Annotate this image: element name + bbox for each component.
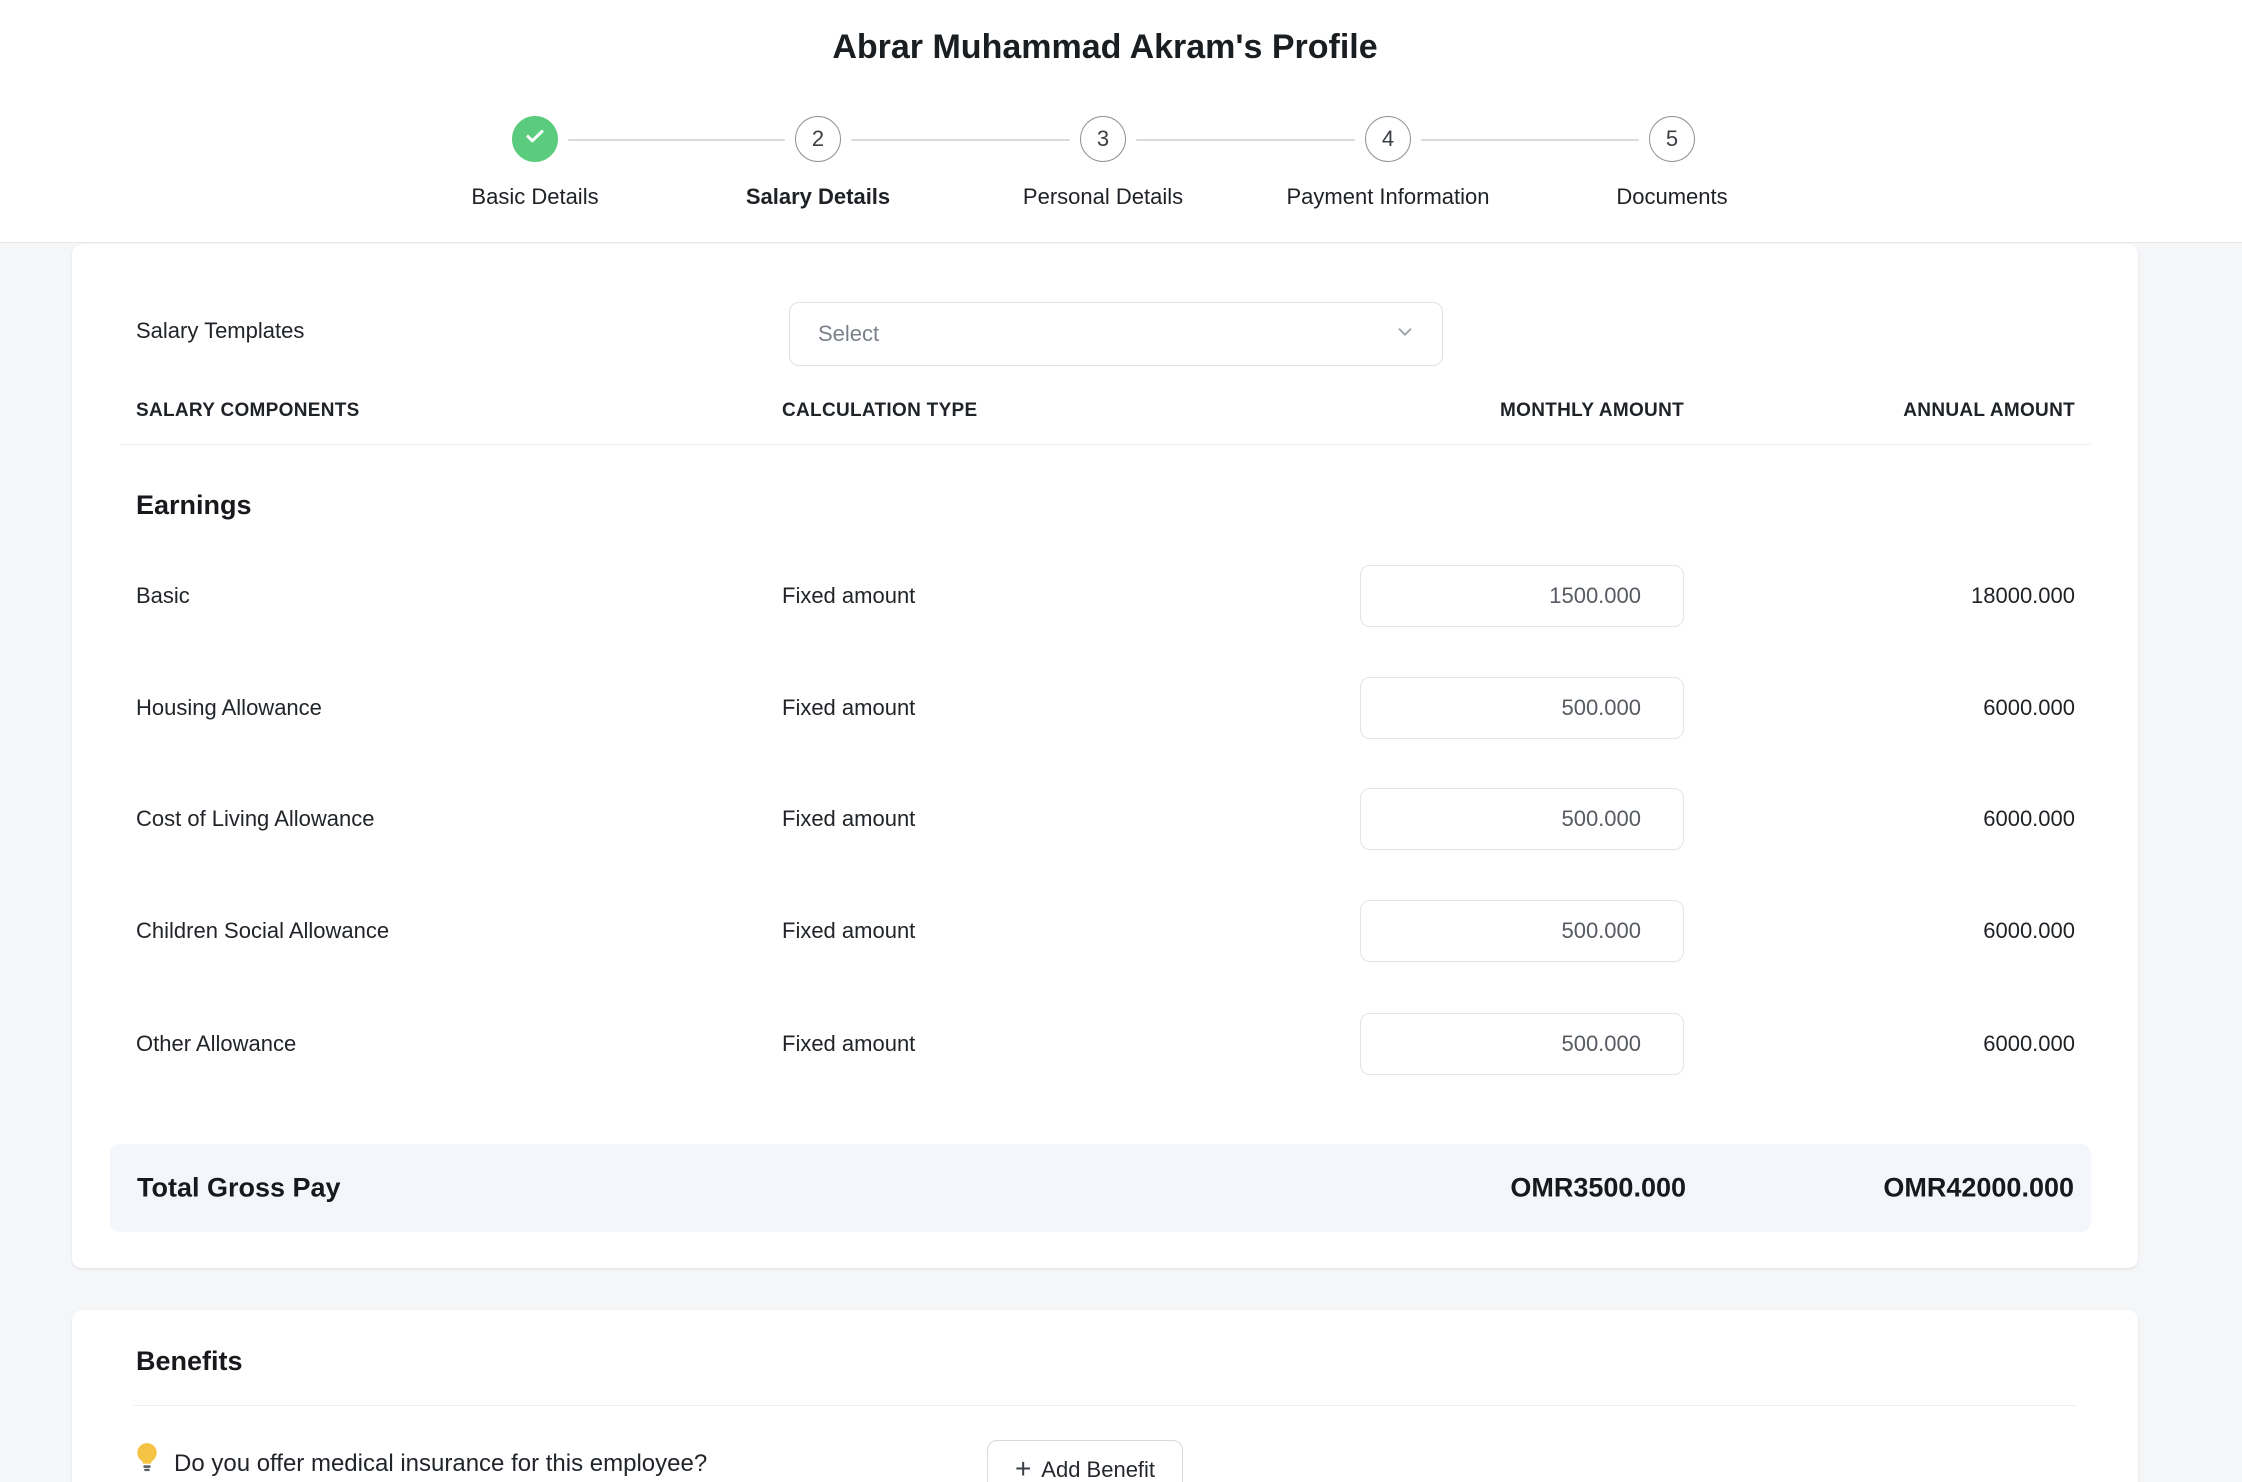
- page-title: Abrar Muhammad Akram's Profile: [72, 28, 2138, 67]
- total-monthly-amount: OMR3500.000: [1510, 1173, 1686, 1204]
- calculation-type: Fixed amount: [782, 918, 915, 944]
- salary-templates-label: Salary Templates: [136, 318, 304, 344]
- monthly-amount-input[interactable]: [1360, 1013, 1684, 1075]
- medical-insurance-question: Do you offer medical insurance for this …: [174, 1450, 707, 1478]
- earnings-section-title: Earnings: [136, 490, 252, 521]
- annual-amount: 6000.000: [1983, 1031, 2075, 1057]
- component-name: Basic: [136, 583, 190, 609]
- table-header-divider: [120, 444, 2090, 445]
- calculation-type: Fixed amount: [782, 583, 915, 609]
- salary-details-card: Salary Templates Select SALARY COMPONENT…: [72, 244, 2138, 1268]
- column-header-salary-components: SALARY COMPONENTS: [136, 400, 360, 422]
- stepper-step-payment-information[interactable]: 4 Payment Information: [1268, 116, 1508, 210]
- lightbulb-icon: [130, 1440, 164, 1474]
- calculation-type: Fixed amount: [782, 1031, 915, 1057]
- step-number-circle: 3: [1080, 116, 1126, 162]
- monthly-amount-input[interactable]: [1360, 677, 1684, 739]
- column-header-annual-amount: ANNUAL AMOUNT: [1903, 400, 2075, 422]
- table-row: Other Allowance Fixed amount 6000.000: [72, 1013, 2138, 1075]
- benefits-divider: [134, 1405, 2076, 1406]
- total-gross-pay-label: Total Gross Pay: [137, 1173, 341, 1204]
- table-row: Housing Allowance Fixed amount 6000.000: [72, 677, 2138, 739]
- salary-template-select[interactable]: Select: [789, 302, 1443, 366]
- check-icon: [523, 124, 547, 154]
- step-number-circle: 4: [1365, 116, 1411, 162]
- stepper-step-salary-details[interactable]: 2 Salary Details: [698, 116, 938, 210]
- benefits-section-title: Benefits: [136, 1346, 243, 1377]
- total-gross-pay-row: Total Gross Pay OMR3500.000 OMR42000.000: [110, 1144, 2091, 1232]
- step-label: Basic Details: [415, 184, 655, 210]
- calculation-type: Fixed amount: [782, 695, 915, 721]
- stepper-step-personal-details[interactable]: 3 Personal Details: [983, 116, 1223, 210]
- plus-icon: +: [1015, 1455, 1031, 1482]
- component-name: Housing Allowance: [136, 695, 322, 721]
- step-number-circle: 2: [795, 116, 841, 162]
- table-row: Cost of Living Allowance Fixed amount 60…: [72, 788, 2138, 850]
- total-annual-amount: OMR42000.000: [1883, 1173, 2074, 1204]
- salary-details-page: Abrar Muhammad Akram's Profile Basic Det…: [0, 0, 2242, 1482]
- profile-wizard-header: Abrar Muhammad Akram's Profile Basic Det…: [0, 0, 2242, 243]
- table-row: Children Social Allowance Fixed amount 6…: [72, 900, 2138, 962]
- benefits-card: Benefits Do you offer medical insurance …: [72, 1310, 2138, 1482]
- add-benefit-button[interactable]: + Add Benefit: [987, 1440, 1183, 1482]
- annual-amount: 6000.000: [1983, 806, 2075, 832]
- monthly-amount-input[interactable]: [1360, 565, 1684, 627]
- select-placeholder: Select: [818, 321, 1394, 347]
- step-completed-circle: [512, 116, 558, 162]
- annual-amount: 18000.000: [1971, 583, 2075, 609]
- step-label: Payment Information: [1268, 184, 1508, 210]
- annual-amount: 6000.000: [1983, 918, 2075, 944]
- step-label: Personal Details: [983, 184, 1223, 210]
- table-row: Basic Fixed amount 18000.000: [72, 565, 2138, 627]
- monthly-amount-input[interactable]: [1360, 900, 1684, 962]
- stepper-step-documents[interactable]: 5 Documents: [1552, 116, 1792, 210]
- step-label: Documents: [1552, 184, 1792, 210]
- annual-amount: 6000.000: [1983, 695, 2075, 721]
- column-header-calculation-type: CALCULATION TYPE: [782, 400, 978, 422]
- step-label: Salary Details: [698, 184, 938, 210]
- stepper-step-basic-details[interactable]: Basic Details: [415, 116, 655, 210]
- step-number-circle: 5: [1649, 116, 1695, 162]
- add-benefit-label: Add Benefit: [1041, 1457, 1155, 1482]
- component-name: Cost of Living Allowance: [136, 806, 374, 832]
- calculation-type: Fixed amount: [782, 806, 915, 832]
- component-name: Children Social Allowance: [136, 918, 389, 944]
- monthly-amount-input[interactable]: [1360, 788, 1684, 850]
- chevron-down-icon: [1394, 321, 1416, 348]
- column-header-monthly-amount: MONTHLY AMOUNT: [1500, 400, 1684, 422]
- component-name: Other Allowance: [136, 1031, 296, 1057]
